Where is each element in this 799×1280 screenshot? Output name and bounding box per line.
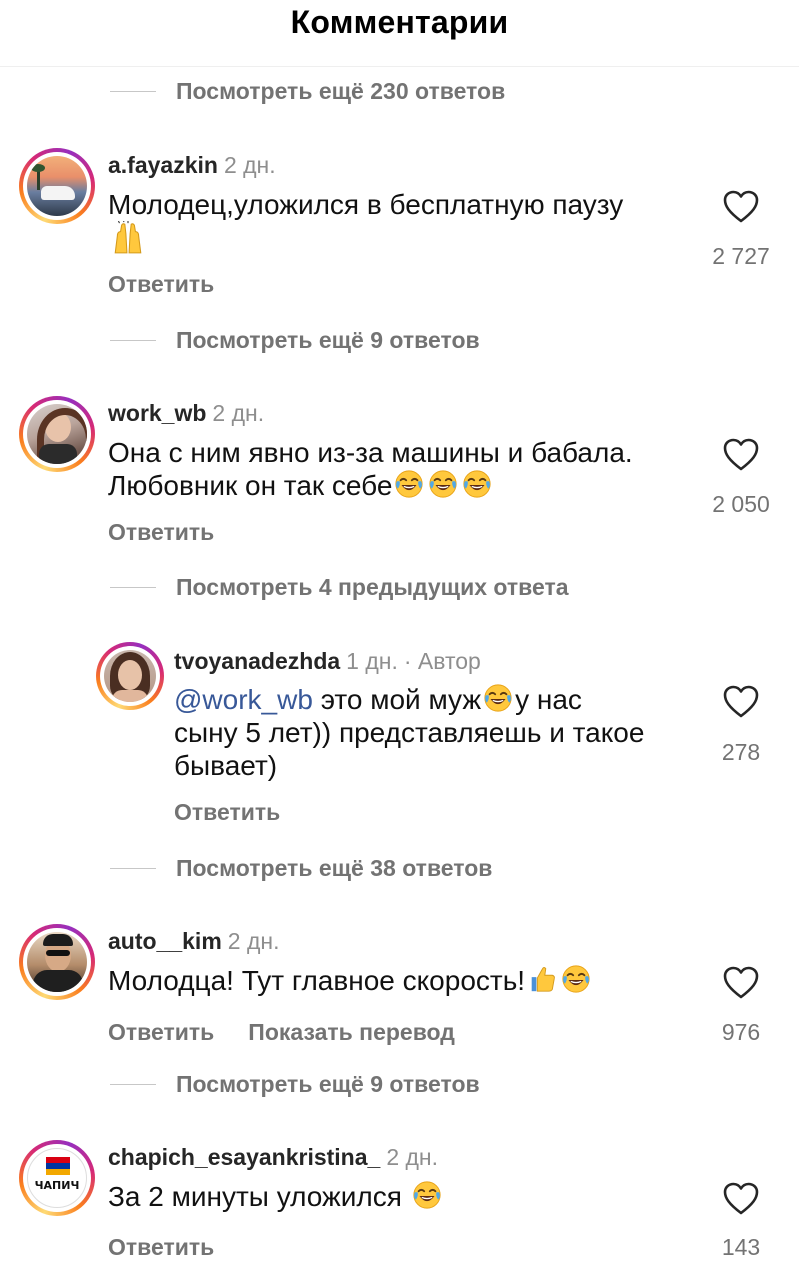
comment-actions: Ответить [108,1234,248,1261]
author-tag: · Автор [403,648,481,674]
comment-header: chapich_esayankristina_ 2 дн. [108,1144,438,1171]
comment-actions: Ответить Показать перевод [108,1019,489,1046]
comment-header: a.fayazkin 2 дн. [108,152,276,179]
avatar[interactable] [19,148,95,224]
comment-text: @work_wb это мой муж у нас сыну 5 лет)) п… [174,683,694,782]
mention-link[interactable]: @work_wb [174,684,313,715]
comment-body: это мой муж [320,684,482,715]
comment-text: Молодец,уложился в бесплатную паузу [108,188,668,258]
view-previous-replies[interactable]: Посмотреть 4 предыдущих ответа [110,572,569,602]
comment-text: За 2 минуты уложился [108,1180,668,1213]
laughing-emoji [462,469,492,499]
view-more-replies[interactable]: Посмотреть ещё 9 ответов [110,1069,480,1099]
comment-header: work_wb 2 дн. [108,400,264,427]
timestamp: 2 дн. [223,152,276,178]
reply-button[interactable]: Ответить [108,1019,214,1045]
like-count: 2 050 [712,491,770,517]
thread-line [110,586,156,588]
reply-button[interactable]: Ответить [108,519,214,545]
thread-line [110,339,156,341]
comment-text: Молодца! Тут главное скорость! [108,964,688,997]
comment-actions: Ответить [108,519,248,546]
laughing-emoji [412,1180,442,1210]
heart-outline-icon[interactable] [723,966,759,1000]
comment-body: бывает) [174,750,278,781]
thread-line [110,867,156,869]
avatar[interactable] [96,642,164,710]
timestamp: 1 дн. [346,648,398,674]
view-more-replies[interactable]: Посмотреть ещё 38 ответов [110,853,492,883]
thread-line [110,90,156,92]
comment-body: Любовник он так себе [108,470,393,501]
heart-outline-icon[interactable] [723,685,759,719]
raising-hands-emoji [110,221,146,255]
comment-text: Она с ним явно из-за машины и бабала. Лю… [108,436,708,502]
username[interactable]: work_wb [108,400,206,426]
heart-outline-icon[interactable] [723,190,759,224]
heart-outline-icon[interactable] [723,438,759,472]
comment-actions: Ответить [174,799,314,826]
like-count: 143 [721,1234,761,1260]
thumbs-up-emoji [527,964,557,994]
view-more-label: Посмотреть ещё 9 ответов [176,1070,480,1097]
like-count: 976 [721,1019,761,1045]
timestamp: 2 дн. [212,400,265,426]
laughing-emoji [561,964,591,994]
laughing-emoji [428,469,458,499]
view-more-label: Посмотреть ещё 38 ответов [176,854,493,881]
comment-header: tvoyanadezhda 1 дн. · Автор [174,648,481,675]
comment-body: сыну 5 лет)) представляешь и такое [174,717,645,748]
header: Комментарии [0,0,799,67]
view-more-replies[interactable]: Посмотреть ещё 9 ответов [110,325,480,355]
heart-outline-icon[interactable] [723,1182,759,1216]
comment-body: Она с ним явно из-за машины и бабала. [108,437,633,468]
avatar[interactable] [19,924,95,1000]
avatar[interactable] [19,396,95,472]
comment-body: Молодец,уложился в бесплатную паузу [108,189,624,220]
page-title: Комментарии [290,4,509,40]
username[interactable]: a.fayazkin [108,152,218,178]
username[interactable]: auto__kim [108,928,222,954]
view-more-replies[interactable]: Посмотреть ещё 230 ответов [110,76,505,106]
username[interactable]: chapich_esayankristina_ [108,1144,380,1170]
view-more-label: Посмотреть ещё 9 ответов [176,326,480,353]
laughing-emoji [394,469,424,499]
timestamp: 2 дн. [227,928,280,954]
view-more-label: Посмотреть 4 предыдущих ответа [176,573,569,600]
comment-body: Молодца! Тут главное скорость! [108,965,526,996]
avatar[interactable]: ЧАПИЧ [19,1140,95,1216]
reply-button[interactable]: Ответить [108,271,214,297]
view-more-label: Посмотреть ещё 230 ответов [176,77,506,104]
reply-button[interactable]: Ответить [174,799,280,825]
comment-actions: Ответить [108,271,248,298]
show-translation-button[interactable]: Показать перевод [248,1019,455,1045]
laughing-emoji [483,683,513,713]
comment-body: у нас [515,684,582,715]
like-count: 2 727 [712,243,770,269]
avatar-label: ЧАПИЧ [34,1179,80,1192]
like-count: 278 [721,739,761,765]
username[interactable]: tvoyanadezhda [174,648,340,674]
timestamp: 2 дн. [386,1144,439,1170]
comment-header: auto__kim 2 дн. [108,928,279,955]
thread-line [110,1083,156,1085]
comment-body: За 2 минуты уложился [108,1181,402,1212]
reply-button[interactable]: Ответить [108,1234,214,1260]
